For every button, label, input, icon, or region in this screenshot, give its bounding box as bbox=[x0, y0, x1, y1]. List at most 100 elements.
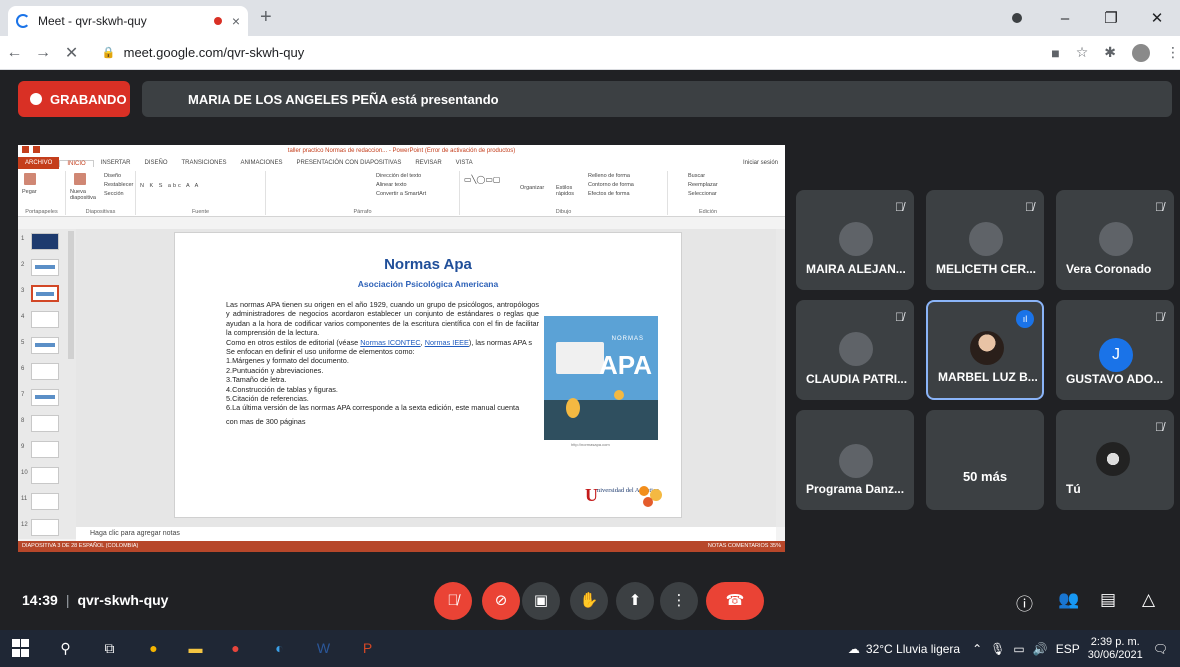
camera-icon[interactable]: ■ bbox=[1051, 45, 1059, 61]
stop-icon[interactable]: ✕ bbox=[57, 43, 86, 63]
taskbar-clock[interactable]: 2:39 p. m. 30/06/2021 bbox=[1088, 636, 1143, 662]
profile-dot-icon[interactable] bbox=[1012, 13, 1022, 23]
slide-scrollbar bbox=[776, 229, 785, 527]
search-icon[interactable]: ⚲ bbox=[56, 639, 75, 658]
menu-kebab-icon[interactable]: ⋮ bbox=[1166, 44, 1180, 61]
ppt-title-bar: taller practico Normas de redaccion... -… bbox=[18, 145, 785, 157]
illustration-desk bbox=[544, 400, 658, 440]
present-button[interactable]: ⬆ bbox=[616, 582, 654, 620]
avatar bbox=[1096, 442, 1130, 476]
clock-time: 2:39 p. m. bbox=[1090, 635, 1140, 648]
chat-icon[interactable]: ▤ bbox=[1100, 590, 1116, 610]
tray-mic-icon[interactable]: 🎙 bbox=[990, 642, 1005, 656]
participant-tile[interactable]: 🎙̸ Vera Coronado bbox=[1056, 190, 1174, 290]
activities-icon[interactable]: △ bbox=[1142, 590, 1155, 610]
mic-off-icon: 🎙̸ bbox=[895, 200, 904, 214]
slide-thumbnail-9 bbox=[31, 441, 59, 458]
image-word-apa: APA bbox=[599, 350, 652, 380]
notifications-icon[interactable]: 🗨 bbox=[1153, 642, 1168, 656]
close-window-icon[interactable]: ✕ bbox=[1134, 9, 1180, 27]
ribbon-group-slides: Nueva diapositiva Diseño Restablecer Sec… bbox=[66, 171, 136, 215]
ppt-tab-archivo: ARCHIVO bbox=[18, 157, 60, 169]
minimize-icon[interactable]: – bbox=[1042, 10, 1088, 27]
mic-off-icon: 🎙̸ bbox=[895, 310, 904, 324]
more-participants-tile[interactable]: 50 más bbox=[926, 410, 1044, 510]
extensions-icon[interactable]: ✱ bbox=[1104, 44, 1116, 61]
restore-icon[interactable]: ❐ bbox=[1088, 9, 1134, 27]
camera-toggle-button[interactable]: ⊘ bbox=[482, 582, 520, 620]
windows-start-icon[interactable] bbox=[12, 639, 31, 658]
raise-hand-button[interactable]: ✋ bbox=[570, 582, 608, 620]
ppt-ribbon: Pegar Portapapeles Nueva diapositiva Dis… bbox=[18, 169, 785, 217]
browser-tab[interactable]: Meet - qvr-skwh-quy × bbox=[8, 6, 248, 36]
logo-circle-3 bbox=[643, 497, 653, 507]
new-tab-button[interactable]: + bbox=[260, 6, 272, 29]
presenting-label: MARIA DE LOS ANGELES PEÑA está presentan… bbox=[188, 91, 499, 107]
task-view-icon[interactable]: ⧉ bbox=[100, 639, 119, 658]
file-explorer-icon[interactable]: ▬ bbox=[186, 639, 205, 658]
meet-favicon-icon bbox=[16, 14, 30, 28]
ppt-status-left: DIAPOSITIVA 3 DE 28 ESPAÑOL (COLOMBIA) bbox=[22, 543, 139, 549]
ppt-tab-animaciones: ANIMACIONES bbox=[240, 160, 283, 166]
recording-badge[interactable]: GRABANDO bbox=[18, 81, 130, 117]
input-language[interactable]: ESP bbox=[1056, 642, 1080, 656]
thumb-number-12: 12 bbox=[21, 522, 28, 528]
weather-cloud-icon[interactable]: ☁ bbox=[848, 642, 860, 656]
participant-name: MAIRA ALEJAN... bbox=[806, 262, 906, 276]
participant-name: MELICETH CER... bbox=[936, 262, 1037, 276]
opera-icon[interactable]: ● bbox=[226, 639, 245, 658]
slide-thumbnail-3 bbox=[31, 285, 59, 302]
avatar: J bbox=[1099, 338, 1133, 372]
network-icon[interactable]: ▭ bbox=[1013, 642, 1024, 656]
slide-thumbnail-5 bbox=[31, 337, 59, 354]
illustration-dot bbox=[614, 390, 624, 400]
self-tile[interactable]: 🎙̸ Tú bbox=[1056, 410, 1174, 510]
profile-avatar[interactable] bbox=[1132, 43, 1151, 62]
present-icon: ⬆ bbox=[628, 592, 642, 609]
hand-icon: ✋ bbox=[579, 592, 599, 609]
bookmark-star-icon[interactable]: ☆ bbox=[1076, 44, 1089, 61]
slide-list-item-4: 4.Construcción de tablas y figuras. bbox=[226, 384, 338, 394]
para2-pre: Como en otros estilos de editorial (véas… bbox=[226, 337, 361, 347]
replace-label: Reemplazar bbox=[688, 182, 718, 188]
people-icon[interactable]: 👥 bbox=[1058, 590, 1079, 610]
more-options-button[interactable]: ⋮ bbox=[660, 582, 698, 620]
thumb-number-2: 2 bbox=[21, 262, 25, 268]
back-icon[interactable]: ← bbox=[0, 44, 29, 62]
reset-label: Restablecer bbox=[104, 182, 134, 188]
participant-name: GUSTAVO ADO... bbox=[1066, 372, 1164, 386]
thumb-number-8: 8 bbox=[21, 418, 25, 424]
avatar bbox=[839, 332, 873, 366]
word-icon[interactable]: W bbox=[314, 639, 333, 658]
illustration-board bbox=[556, 342, 604, 374]
volume-icon[interactable]: 🔊 bbox=[1033, 642, 1048, 656]
weather-text[interactable]: 32°C Lluvia ligera bbox=[866, 642, 960, 656]
link-ieee: Normas IEEE bbox=[424, 337, 469, 347]
tray-chevron-icon[interactable]: ⌃ bbox=[972, 642, 982, 656]
ribbon-group-drawing: ▭╲◯▭▢ Organizar Estilos rápidos Relleno … bbox=[460, 171, 668, 215]
mic-off-icon: 🎙̸ bbox=[447, 592, 459, 609]
leave-call-button[interactable]: ☎ bbox=[706, 582, 764, 620]
participant-tile[interactable]: 🎙̸ J GUSTAVO ADO... bbox=[1056, 300, 1174, 400]
window-controls: – ❐ ✕ bbox=[1012, 0, 1180, 36]
tab-close-icon[interactable]: × bbox=[232, 13, 240, 29]
url-field[interactable]: 🔒 meet.google.com/qvr-skwh-quy bbox=[95, 39, 1042, 66]
participant-tile[interactable]: 🎙̸ MELICETH CER... bbox=[926, 190, 1044, 290]
edge-icon[interactable]: ◐ bbox=[270, 639, 289, 658]
participant-tile[interactable]: Programa Danz... bbox=[796, 410, 914, 510]
participant-tile[interactable]: 🎙̸ MAIRA ALEJAN... bbox=[796, 190, 914, 290]
mic-toggle-button[interactable]: 🎙̸ bbox=[434, 582, 472, 620]
meeting-info-icon[interactable]: ⓘ bbox=[1016, 590, 1033, 615]
forward-icon[interactable]: → bbox=[29, 44, 58, 62]
thumb-number-7: 7 bbox=[21, 392, 25, 398]
chrome-icon[interactable]: ● bbox=[144, 639, 163, 658]
group-label-drawing: Dibujo bbox=[555, 209, 572, 215]
captions-button[interactable]: ▣ bbox=[522, 582, 560, 620]
slide-thumbnail-10 bbox=[31, 467, 59, 484]
participant-tile[interactable]: 🎙̸ CLAUDIA PATRI... bbox=[796, 300, 914, 400]
participant-tile-speaking[interactable]: ıl MARBEL LUZ B... bbox=[926, 300, 1044, 400]
thumb-number-5: 5 bbox=[21, 340, 25, 346]
powerpoint-icon[interactable]: P bbox=[358, 639, 377, 658]
participant-name: CLAUDIA PATRI... bbox=[806, 372, 908, 386]
current-slide: Normas Apa Asociación Psicológica Americ… bbox=[174, 232, 682, 518]
